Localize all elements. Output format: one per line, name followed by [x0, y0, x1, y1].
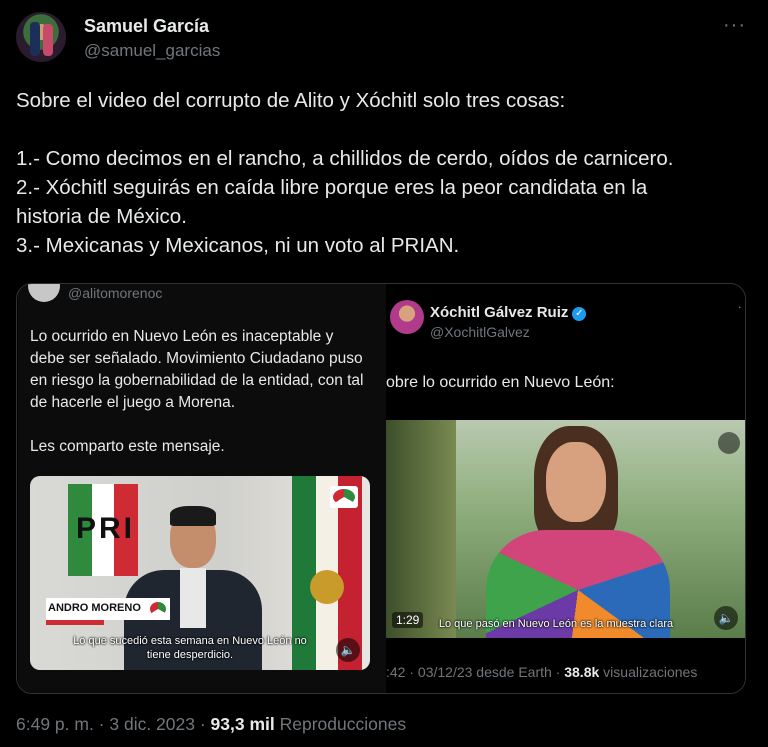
avatar[interactable]: [16, 12, 66, 62]
more-icon[interactable]: ···: [723, 14, 746, 37]
left-text-line: debe ser señalado. Movimiento Ciudadano …: [30, 350, 363, 367]
video-time: 1:29: [392, 612, 424, 628]
pri-badge-icon: [150, 602, 166, 616]
right-meta: :42 · 03/12/23 desde Earth · 38.8k visua…: [386, 664, 697, 680]
caption-line: Lo que sucedió esta semana en Nuevo León…: [73, 635, 307, 647]
media-attachment[interactable]: @alitomorenoc Lo ocurrido en Nuevo León …: [16, 283, 746, 694]
author-name[interactable]: Samuel García: [84, 16, 209, 37]
right-name-text: Xóchitl Gálvez Ruiz: [430, 304, 569, 321]
left-text-line: Les comparto este mensaje.: [30, 438, 225, 455]
timestamp[interactable]: 6:49 p. m. · 3 dic. 2023 ·: [16, 714, 211, 734]
volume-icon[interactable]: 🔈: [336, 638, 360, 662]
tweet-line: Sobre el video del corrupto de Alito y X…: [16, 89, 566, 112]
verified-icon: ✓: [572, 307, 587, 321]
views-count: 93,3 mil: [210, 714, 275, 734]
name-lower-third: ANDRO MORENO: [46, 598, 170, 620]
tweet-line: 3.- Mexicanas y Mexicanos, ni un voto al…: [16, 234, 460, 257]
name-tag: ANDRO MORENO: [48, 602, 141, 614]
views-count: 38.8k: [564, 664, 600, 680]
tweet-line: historia de México.: [16, 205, 187, 228]
right-tweet-text: obre lo ocurrido en Nuevo León:: [386, 374, 615, 391]
avatar: [390, 300, 424, 334]
right-author-name: Xóchitl Gálvez Ruiz ✓: [430, 304, 587, 321]
tweet-header: Samuel García @samuel_garcias ···: [16, 12, 752, 66]
volume-icon[interactable]: 🔈: [714, 606, 738, 630]
pri-badge-icon: [330, 486, 358, 508]
tweet-footer: 6:49 p. m. · 3 dic. 2023 · 93,3 mil Repr…: [16, 714, 406, 735]
gif-icon: [718, 432, 740, 454]
tweet-line: 1.- Como decimos en el rancho, a chillid…: [16, 147, 674, 170]
avatar: [28, 284, 60, 302]
author-handle[interactable]: @samuel_garcias: [84, 41, 220, 61]
views-label: Reproducciones: [274, 714, 407, 734]
right-author-handle: @XochitlGalvez: [430, 324, 530, 340]
more-icon: ·: [737, 298, 742, 314]
left-tweet-text: Lo ocurrido en Nuevo León es inaceptable…: [30, 326, 380, 458]
video-caption: Lo que sucedió esta semana en Nuevo León…: [70, 634, 310, 662]
tweet-line: 2.- Xóchitl seguirás en caída libre porq…: [16, 176, 648, 199]
left-text-line: en riesgo la gobernabilidad de la entida…: [30, 372, 364, 389]
left-screenshot: @alitomorenoc Lo ocurrido en Nuevo León …: [18, 284, 386, 693]
tweet-text: Sobre el video del corrupto de Alito y X…: [16, 86, 752, 260]
left-video[interactable]: PRI ANDRO MORENO Lo que sucedió esta sem…: [30, 476, 370, 670]
lower-third-accent: [46, 620, 104, 625]
video-caption: Lo que pasó en Nuevo León es la muestra …: [438, 618, 674, 630]
left-handle: @alitomorenoc: [68, 285, 163, 301]
caption-line: tiene desperdicio.: [146, 649, 234, 661]
right-video[interactable]: 1:29 Lo que pasó en Nuevo León es la mue…: [386, 420, 745, 638]
left-text-line: Lo ocurrido en Nuevo León es inaceptable…: [30, 328, 334, 345]
views-label: visualizaciones: [599, 664, 698, 680]
meta-prefix: :42 · 03/12/23 desde Earth ·: [386, 664, 565, 680]
right-screenshot: Xóchitl Gálvez Ruiz ✓ @XochitlGalvez · ob…: [386, 284, 745, 693]
left-text-line: de hacerle el juego a Morena.: [30, 394, 236, 411]
